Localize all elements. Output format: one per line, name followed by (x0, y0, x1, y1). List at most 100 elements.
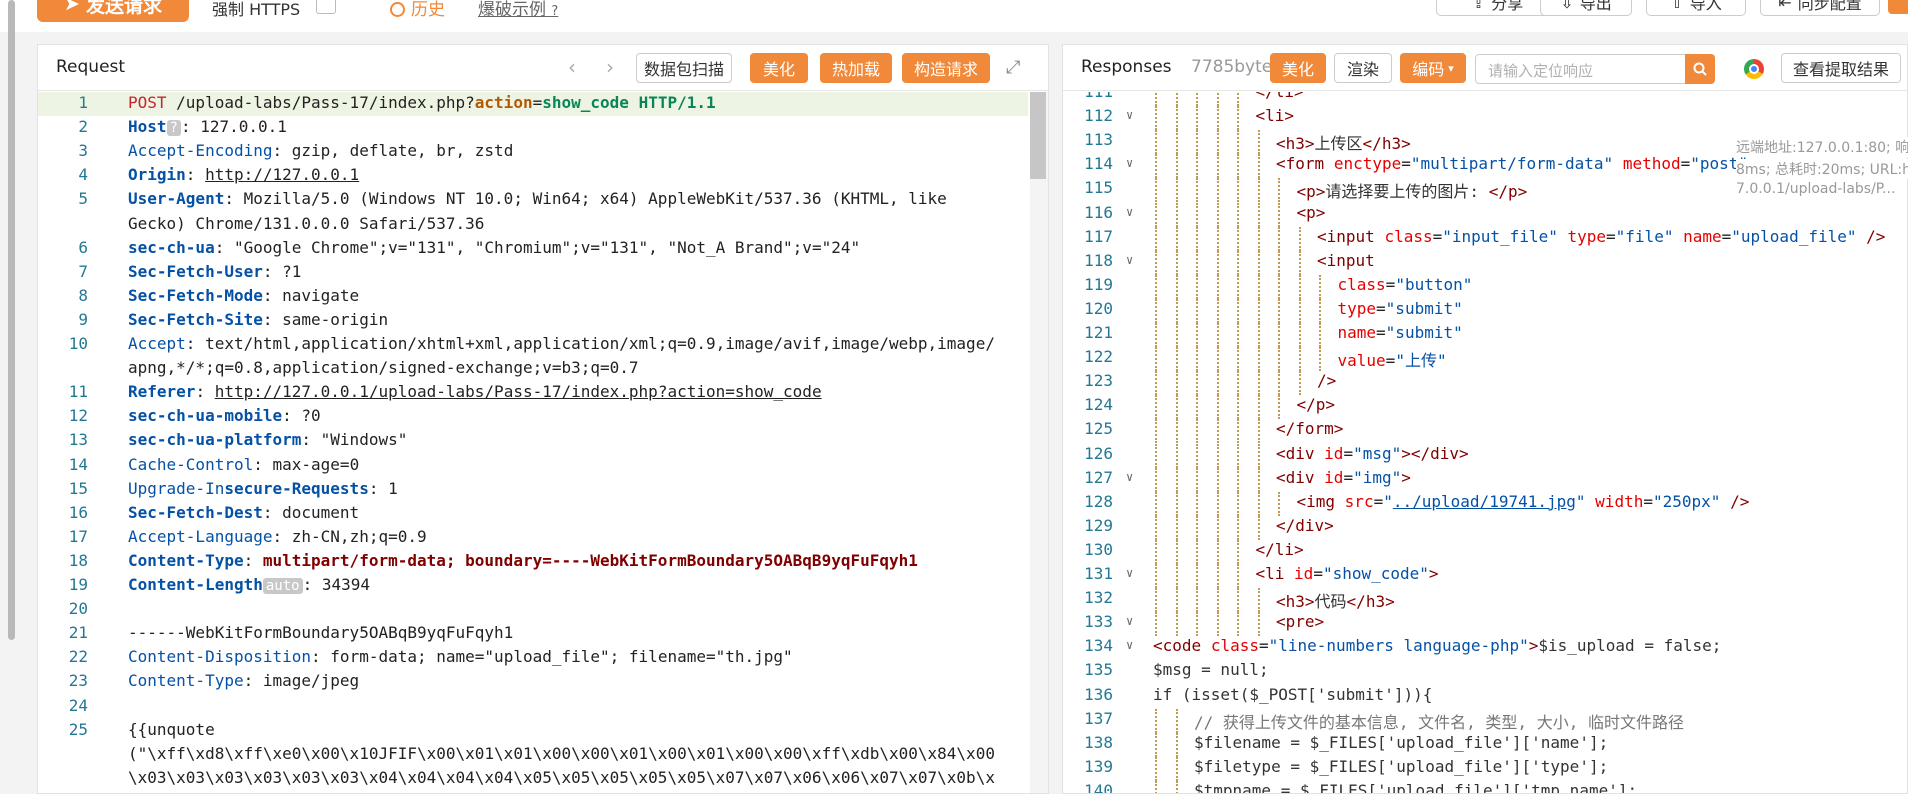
fold-chevron-icon[interactable]: ∨ (1126, 470, 1133, 484)
request-token: : same-origin (262, 309, 389, 329)
indent-guide (1237, 92, 1239, 107)
response-line-number: 133 (1084, 612, 1113, 632)
request-token: multipart/form-data; boundary=----WebKit… (262, 550, 918, 570)
response-token: = (1643, 491, 1653, 511)
indent-guide (1237, 588, 1239, 613)
request-token[interactable]: http://127.0.0.1/upload-labs/Pass-17/ind… (215, 382, 822, 401)
response-line-number: 128 (1084, 491, 1113, 511)
response-token (1315, 468, 1325, 487)
response-token: "input_file" (1442, 226, 1558, 246)
construct-request-button[interactable]: 构造请求 (902, 53, 990, 83)
prev-arrow-icon[interactable]: ‹ (568, 55, 576, 79)
response-line: <img src="../upload/19741.jpg" width="25… (1297, 492, 1750, 511)
request-line: Upgrade-Insecure-Requests: 1 (128, 479, 398, 498)
response-line: </div> (1276, 516, 1334, 535)
chevron-down-icon: ▾ (1448, 61, 1454, 75)
indent-guide (1175, 491, 1178, 516)
indent-guide (1298, 347, 1301, 372)
indent-guide (1257, 274, 1260, 299)
sync-config-label: 同步配置 (1797, 0, 1862, 13)
sync-config-button[interactable]: ⇤ 同步配置 (1760, 0, 1880, 16)
response-token: </p> (1296, 395, 1336, 415)
export-icon: ⇩ (1560, 0, 1574, 12)
indent-guide (1155, 130, 1157, 155)
request-token: sec-ch-ua (128, 237, 215, 257)
indent-guide (1216, 588, 1219, 613)
request-line: Accept-Encoding: gzip, deflate, br, zstd (128, 141, 513, 160)
request-token: : max-age=0 (253, 454, 360, 474)
response-line: value="上传" (1338, 347, 1447, 371)
fold-chevron-icon[interactable]: ∨ (1126, 566, 1133, 580)
expand-icon[interactable]: ⤢ (1006, 57, 1020, 78)
share-label: 分享 (1491, 0, 1524, 13)
fold-chevron-icon[interactable]: ∨ (1126, 638, 1133, 652)
request-token: Content-Disposition (128, 647, 312, 667)
request-editor[interactable]: 1 POST /upload-labs/Pass-17/index.php?act… (38, 92, 1048, 793)
encoding-dropdown[interactable]: 编码 ▾ (1400, 53, 1466, 83)
indent-guide (1155, 588, 1157, 613)
response-token: $filetype = $_FILES['upload_file']['type… (1194, 756, 1609, 776)
settings-button[interactable] (1888, 0, 1908, 14)
request-line: Sec-Fetch-User: ?1 (128, 262, 301, 281)
fold-chevron-icon[interactable]: ∨ (1126, 156, 1133, 170)
request-line: Content-Length auto: 34394 (128, 575, 370, 594)
indent-guide (1175, 564, 1178, 589)
request-scrollbar[interactable] (1030, 92, 1048, 793)
request-line: User-Agent: Mozilla/5.0 (Windows NT 10.0… (128, 189, 947, 208)
response-beautify-button[interactable]: 美化 (1270, 53, 1326, 83)
next-arrow-icon[interactable]: › (606, 55, 614, 79)
response-token: "submit" (1385, 323, 1463, 342)
page-scrollbar[interactable] (8, 0, 15, 640)
render-button[interactable]: 渲染 (1334, 53, 1392, 83)
request-token: : 1 (368, 478, 398, 498)
search-button[interactable] (1685, 54, 1715, 84)
export-button[interactable]: ⇩ 导出 (1540, 0, 1632, 16)
fold-chevron-icon[interactable]: ∨ (1126, 253, 1133, 267)
fold-chevron-icon[interactable]: ∨ (1126, 205, 1133, 219)
response-line: <p>请选择要上传的图片: </p> (1297, 178, 1528, 202)
indent-guide (1237, 274, 1239, 299)
response-line-number: 127 (1084, 467, 1113, 487)
brute-example-link[interactable]: 爆破示例 ? (478, 0, 558, 20)
response-line-number: 124 (1084, 395, 1113, 415)
request-token: Sec-Fetch-Dest (128, 502, 263, 522)
request-beautify-button[interactable]: 美化 (750, 53, 808, 83)
response-token: </h3> (1346, 592, 1395, 612)
response-token: class (1337, 274, 1386, 294)
view-extract-button[interactable]: 查看提取结果 (1781, 53, 1901, 83)
indent-guide (1216, 539, 1219, 564)
request-token: Accept-Encoding (128, 141, 273, 161)
hotload-button[interactable]: 热加载 (820, 53, 892, 83)
request-token[interactable]: http://127.0.0.1 (205, 165, 359, 184)
response-line: <form enctype="multipart/form-data" meth… (1276, 154, 1758, 173)
response-token: "msg" (1353, 443, 1402, 463)
request-token: apng,*/*;q=0.8,application/signed-exchan… (128, 358, 639, 378)
response-search-input[interactable]: 请输入定位响应 (1475, 54, 1713, 84)
indent-guide (1175, 780, 1178, 793)
response-token: width (1595, 491, 1644, 511)
response-line-number: 116 (1084, 202, 1113, 222)
indent-guide (1298, 298, 1301, 323)
history-link[interactable]: 历史 (390, 0, 445, 20)
response-token[interactable]: ../upload/19741.jpg (1393, 492, 1576, 511)
packet-scan-button[interactable]: 数据包扫描 (636, 53, 732, 83)
chrome-icon[interactable] (1744, 59, 1764, 79)
indent-guide (1175, 395, 1178, 420)
indent-guide (1196, 371, 1198, 396)
response-editor[interactable]: 111</li>112∨<li>113<h3>上传区</h3>114∨<form… (1063, 92, 1907, 793)
send-request-button[interactable]: ➤ 发送请求 (37, 0, 189, 22)
fold-chevron-icon[interactable]: ∨ (1126, 614, 1133, 628)
request-line-number: 14 (68, 454, 88, 474)
import-button[interactable]: ⇧ 导入 (1646, 0, 1746, 16)
indent-guide (1257, 612, 1260, 637)
force-https-checkbox[interactable] (316, 0, 336, 14)
response-line-number: 137 (1084, 708, 1113, 728)
request-token: Cache-Control (128, 454, 254, 474)
request-scrollbar-thumb[interactable] (1030, 92, 1046, 179)
fold-chevron-icon[interactable]: ∨ (1126, 108, 1133, 122)
top-toolbar: ➤ 发送请求 强制 HTTPS 历史 爆破示例 ? ⇪ 分享 ⇩ 导出 ⇧ 导入 ⇤ 同… (0, 0, 1908, 32)
indent-guide (1298, 226, 1301, 251)
response-line-number: 132 (1084, 588, 1113, 608)
request-line: apng,*/*;q=0.8,application/signed-exchan… (128, 358, 639, 377)
response-token: "submit" (1385, 298, 1463, 318)
